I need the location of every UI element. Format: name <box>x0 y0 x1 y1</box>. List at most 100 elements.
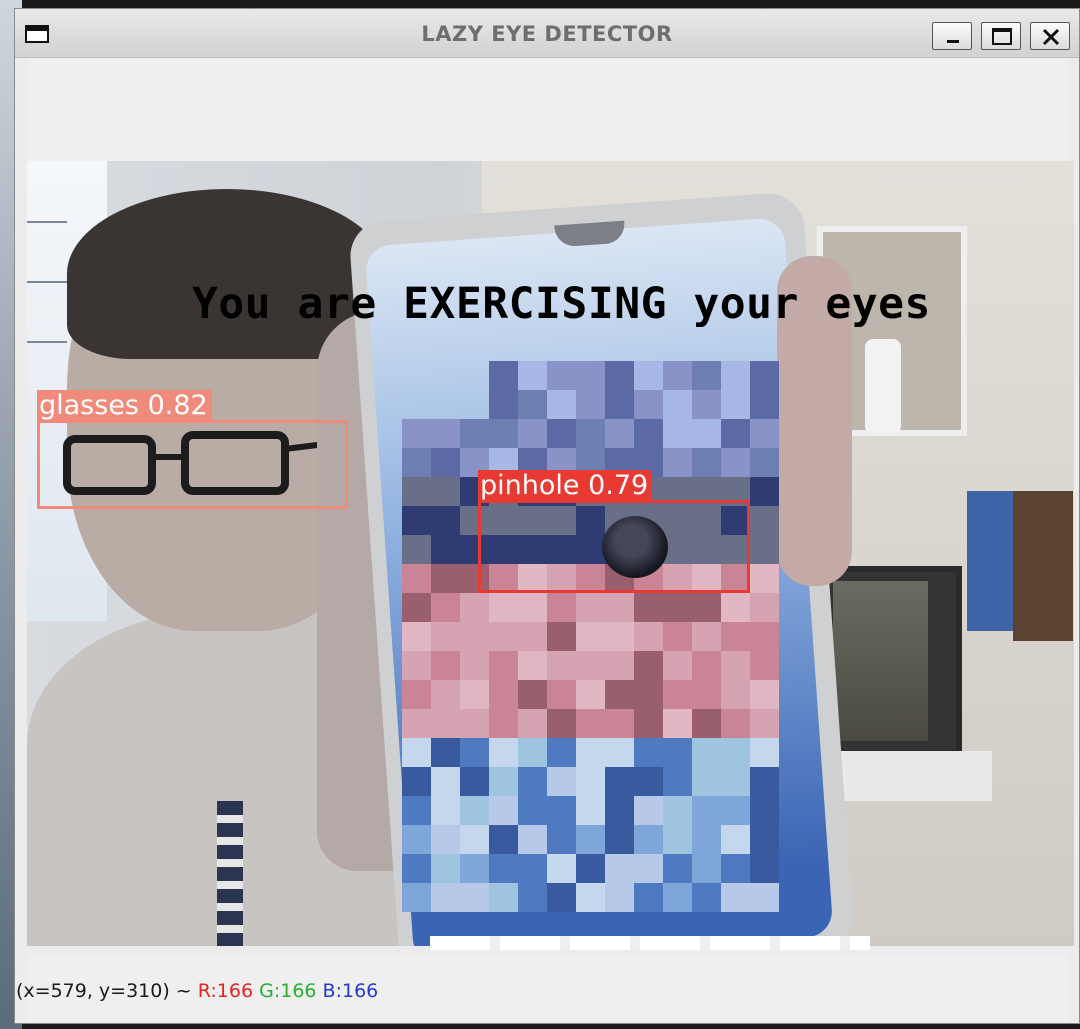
mosaic-tile <box>605 767 634 796</box>
mosaic-tile <box>576 854 605 883</box>
mosaic-tile <box>721 767 750 796</box>
mosaic-tile <box>605 738 634 767</box>
mosaic-tile <box>547 709 576 738</box>
minimize-icon <box>947 40 959 43</box>
mosaic-tile <box>460 419 489 448</box>
mosaic-tile <box>518 883 547 912</box>
mosaic-tile <box>402 564 431 593</box>
mosaic-tile <box>576 593 605 622</box>
mosaic-tile <box>605 622 634 651</box>
mosaic-tile <box>634 767 663 796</box>
mosaic-tile <box>663 448 692 477</box>
mosaic-tile <box>489 361 518 390</box>
mosaic-tile <box>634 796 663 825</box>
mosaic-tile <box>634 680 663 709</box>
mosaic-tile <box>750 593 779 622</box>
close-button[interactable] <box>1030 22 1070 50</box>
mosaic-tile <box>518 738 547 767</box>
mosaic-tile <box>663 738 692 767</box>
mosaic-tile <box>431 680 460 709</box>
mosaic-tile <box>663 651 692 680</box>
video-canvas[interactable]: You are EXERCISING your eyes glasses 0.8… <box>27 161 1074 946</box>
mosaic-tile <box>547 883 576 912</box>
mosaic-tile <box>721 419 750 448</box>
mosaic-tile <box>605 854 634 883</box>
mosaic-tile <box>750 738 779 767</box>
mosaic-tile <box>518 390 547 419</box>
title-bar[interactable]: LAZY EYE DETECTOR <box>15 9 1079 58</box>
mosaic-tile <box>402 767 431 796</box>
mosaic-tile <box>402 535 431 564</box>
mosaic-tile <box>634 854 663 883</box>
mosaic-tile <box>721 796 750 825</box>
mosaic-tile <box>634 361 663 390</box>
maximize-button[interactable] <box>981 22 1021 50</box>
mosaic-tile <box>663 796 692 825</box>
mosaic-tile <box>576 390 605 419</box>
mosaic-tile <box>547 796 576 825</box>
mosaic-tile <box>692 767 721 796</box>
mosaic-tile <box>576 883 605 912</box>
green-value: G:166 <box>259 980 317 1002</box>
mosaic-tile <box>750 825 779 854</box>
mosaic-tile <box>431 593 460 622</box>
mosaic-tile <box>518 361 547 390</box>
mosaic-tile <box>460 709 489 738</box>
mosaic-tile <box>489 709 518 738</box>
mosaic-tile <box>547 622 576 651</box>
maximize-icon <box>992 28 1012 45</box>
mosaic-tile <box>605 390 634 419</box>
mosaic-tile <box>489 622 518 651</box>
mosaic-tile <box>518 854 547 883</box>
mosaic-tile <box>576 680 605 709</box>
mosaic-tile <box>663 825 692 854</box>
mosaic-tile <box>663 883 692 912</box>
mosaic-tile <box>489 854 518 883</box>
mosaic-tile <box>518 419 547 448</box>
blue-value: B:166 <box>322 980 379 1002</box>
mosaic-tile <box>402 622 431 651</box>
mosaic-tile <box>489 390 518 419</box>
mosaic-tile <box>663 361 692 390</box>
mosaic-tile <box>750 535 779 564</box>
mosaic-tile <box>402 709 431 738</box>
picture-image <box>833 581 928 741</box>
mosaic-tile <box>402 883 431 912</box>
mosaic-tile <box>721 738 750 767</box>
mosaic-tile <box>402 854 431 883</box>
mosaic-tile <box>431 825 460 854</box>
mosaic-tile <box>692 854 721 883</box>
wall-bag <box>1013 491 1073 641</box>
mosaic-tile <box>750 477 779 506</box>
mosaic-tile <box>431 506 460 535</box>
mosaic-tile <box>634 738 663 767</box>
mosaic-tile <box>721 825 750 854</box>
mosaic-tile <box>721 883 750 912</box>
mosaic-tile <box>692 709 721 738</box>
mosaic-tile <box>663 854 692 883</box>
mosaic-tile <box>663 593 692 622</box>
mosaic-tile <box>402 796 431 825</box>
mosaic-tile <box>605 709 634 738</box>
glasses-bounding-box <box>37 420 348 509</box>
mosaic-tile <box>402 448 431 477</box>
minimize-button[interactable] <box>932 22 972 50</box>
mosaic-tile <box>692 883 721 912</box>
mosaic-tile <box>576 709 605 738</box>
mosaic-tile <box>634 883 663 912</box>
mosaic-tile <box>663 709 692 738</box>
mosaic-tile <box>547 738 576 767</box>
mosaic-tile <box>547 854 576 883</box>
mosaic-tile <box>431 796 460 825</box>
mosaic-tile <box>663 767 692 796</box>
mosaic-tile <box>692 825 721 854</box>
mosaic-tile <box>460 854 489 883</box>
mosaic-tile <box>750 564 779 593</box>
mosaic-tile <box>634 709 663 738</box>
mosaic-tile <box>721 709 750 738</box>
mosaic-tile <box>431 709 460 738</box>
mosaic-tile <box>547 390 576 419</box>
mosaic-tile <box>547 767 576 796</box>
mosaic-tile <box>518 796 547 825</box>
mosaic-tile <box>663 390 692 419</box>
